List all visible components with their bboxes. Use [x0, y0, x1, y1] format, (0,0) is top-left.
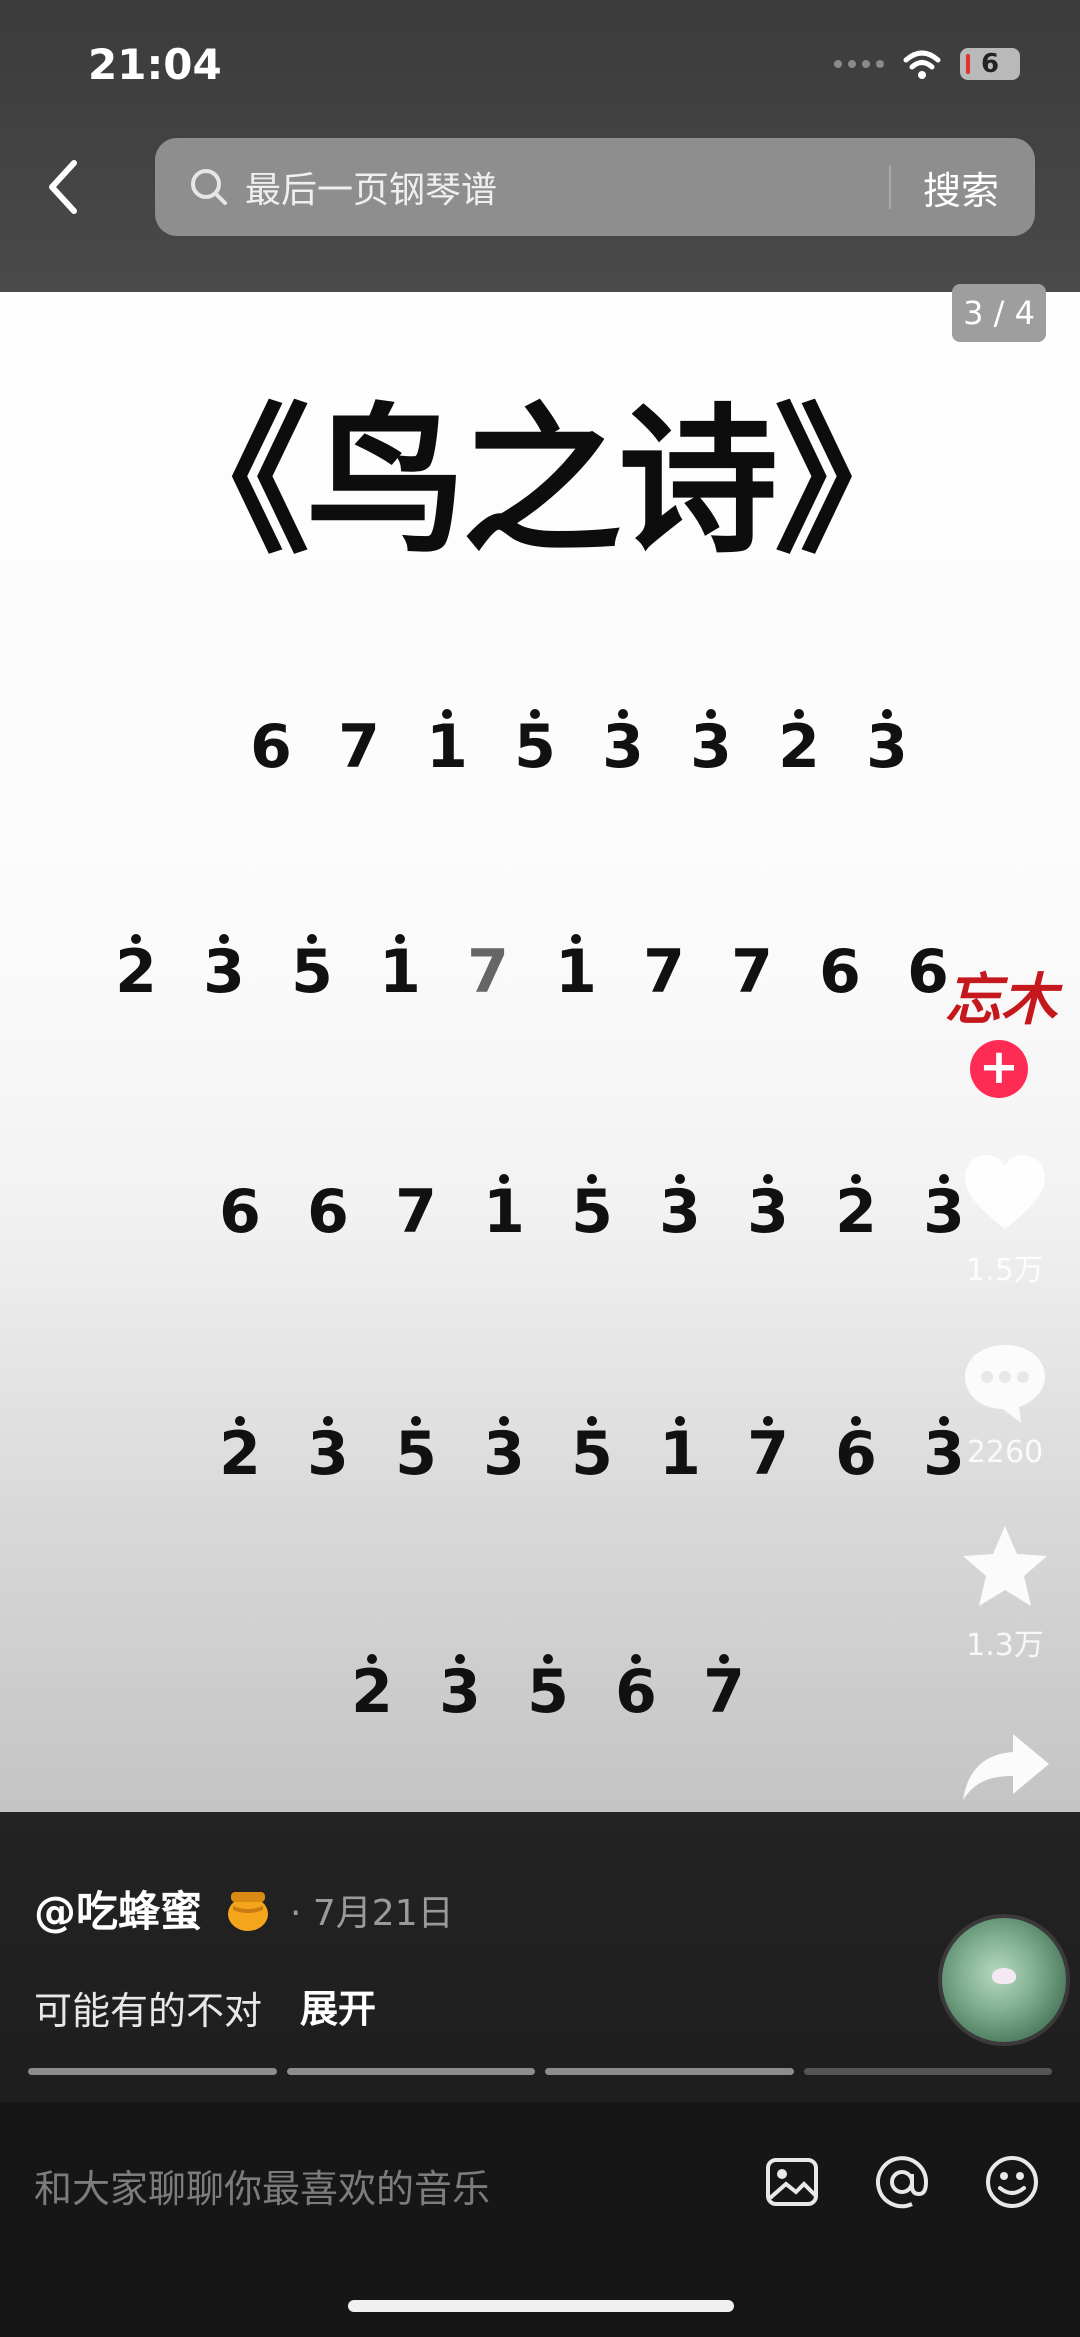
comment-count: 2260 [966, 1435, 1044, 1470]
note: 6 [219, 1177, 261, 1247]
search-icon [191, 169, 227, 205]
note: 5 [268, 912, 356, 1032]
progress-segment [545, 2068, 794, 2075]
note: 7 [467, 937, 509, 1007]
battery-indicator: 6 [960, 48, 1020, 80]
progress-segment [286, 2068, 535, 2075]
image-progress [28, 2068, 1052, 2075]
status-indicators: 6 [834, 48, 1020, 80]
note: 6 [592, 1632, 680, 1752]
comment-button[interactable]: 2260 [945, 1335, 1065, 1470]
page-indicator: 3 / 4 [952, 284, 1046, 342]
note: 6 [250, 712, 292, 782]
note: 3 [460, 1394, 548, 1514]
emoji-icon[interactable] [982, 2152, 1042, 2212]
post-description: 可能有的不对 [34, 1989, 263, 2033]
note: 3 [284, 1394, 372, 1514]
favorite-count: 1.3万 [966, 1628, 1044, 1663]
note: 3 [416, 1632, 504, 1752]
progress-segment [803, 2068, 1052, 2075]
notes-row-5: 23567 [328, 1632, 768, 1752]
note: 7 [731, 937, 773, 1007]
note: 5 [504, 1632, 592, 1752]
note: 6 [307, 1177, 349, 1247]
author-handle: @吃蜂蜜 [34, 1887, 203, 1936]
note: 2 [196, 1394, 284, 1514]
note: 2 [328, 1632, 416, 1752]
signal-icon [834, 60, 884, 68]
at-icon[interactable] [872, 2152, 932, 2212]
notes-row-1: 67153323 [227, 687, 931, 807]
note: 7 [724, 1394, 812, 1514]
image-icon[interactable] [762, 2152, 822, 2212]
honey-pot-icon [227, 1892, 268, 1931]
note: 3 [724, 1152, 812, 1272]
author-name[interactable]: @吃蜂蜜 [34, 1878, 273, 1939]
status-time: 21:04 [88, 40, 222, 89]
progress-segment [28, 2068, 277, 2075]
back-icon[interactable] [40, 155, 84, 219]
expand-button[interactable]: 展开 [300, 1978, 376, 2033]
note: 3 [636, 1152, 724, 1272]
battery-level: 6 [980, 49, 1000, 79]
note: 2 [755, 687, 843, 807]
note: 2 [92, 912, 180, 1032]
note: 1 [403, 687, 491, 807]
post-image[interactable]: 3 / 4 《鸟之诗》 67153323 2351717766 66715332… [0, 284, 1080, 1812]
share-icon [963, 1734, 1049, 1800]
note: 7 [395, 1177, 437, 1247]
note: 1 [636, 1394, 724, 1514]
search-input[interactable]: 最后一页钢琴谱 [245, 161, 889, 213]
comment-icon [965, 1345, 1045, 1423]
note: 1 [356, 912, 444, 1032]
post-date: · 7月21日 [290, 1893, 454, 1934]
note: 6 [819, 937, 861, 1007]
heart-icon [965, 1155, 1045, 1229]
top-header: 21:04 6 最后一页钢琴谱 搜索 [0, 0, 1080, 292]
note: 2 [812, 1152, 900, 1272]
note: 3 [579, 687, 667, 807]
note: 5 [548, 1152, 636, 1272]
star-icon [963, 1526, 1047, 1606]
sheet-title: 《鸟之诗》 [149, 388, 934, 575]
note: 5 [548, 1394, 636, 1514]
like-count: 1.5万 [966, 1253, 1044, 1288]
music-disc[interactable] [938, 1914, 1070, 2046]
home-indicator [348, 2300, 734, 2312]
note: 7 [338, 712, 380, 782]
note: 7 [643, 937, 685, 1007]
like-button[interactable]: 1.5万 [945, 1145, 1065, 1289]
note: 5 [372, 1394, 460, 1514]
favorite-button[interactable]: 1.3万 [945, 1520, 1065, 1664]
follow-button[interactable]: + [970, 1040, 1028, 1098]
note: 3 [180, 912, 268, 1032]
wifi-icon [903, 50, 941, 79]
note: 5 [491, 687, 579, 807]
caption-panel: @吃蜂蜜 · 7月21日 可能有的不对 展开 [0, 1812, 1080, 2102]
comment-input[interactable]: 和大家聊聊你最喜欢的音乐 [34, 2158, 490, 2213]
note: 1 [532, 912, 620, 1032]
search-bar[interactable]: 最后一页钢琴谱 搜索 [155, 138, 1035, 236]
note: 1 [460, 1152, 548, 1272]
search-button[interactable]: 搜索 [891, 160, 1035, 215]
note: 3 [667, 687, 755, 807]
note: 7 [680, 1632, 768, 1752]
notes-row-3: 667153323 [196, 1152, 988, 1272]
note: 6 [812, 1394, 900, 1514]
notes-row-2: 2351717766 [92, 912, 972, 1032]
note: 3 [843, 687, 931, 807]
avatar-logo: 忘木 [945, 968, 1057, 1033]
notes-row-4: 235351763 [196, 1394, 988, 1514]
